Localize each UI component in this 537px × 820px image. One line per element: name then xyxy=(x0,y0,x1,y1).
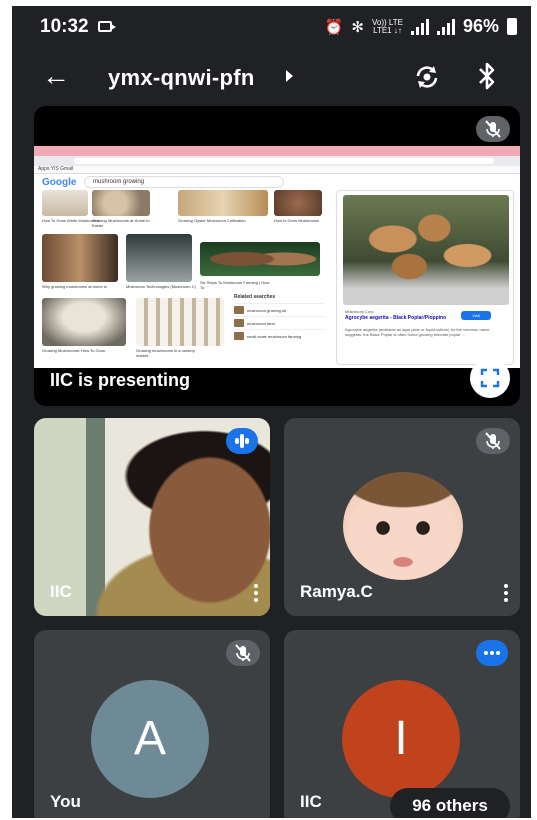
presenting-label: IIC is presenting xyxy=(50,370,191,390)
result-thumbnail xyxy=(42,298,126,346)
participant-tile[interactable]: A You xyxy=(34,630,270,818)
mic-off-icon xyxy=(476,428,510,454)
participant-name: Ramya.C xyxy=(300,582,373,601)
browser-address-bar xyxy=(34,156,520,166)
thumbnail-caption: Growing mushrooms in a nursery market xyxy=(136,348,195,358)
avatar: A xyxy=(91,680,209,798)
avatar xyxy=(343,472,463,580)
participant-name: IIC xyxy=(50,582,72,601)
back-arrow-icon[interactable]: ← xyxy=(42,62,70,90)
google-search-box: mushroom growing xyxy=(84,176,284,188)
result-thumbnail xyxy=(178,190,268,216)
signal-icon xyxy=(410,18,429,35)
thumbnail-caption: Six Steps To Mushroom Farming | How To xyxy=(200,280,270,290)
preview-image xyxy=(343,195,509,305)
result-thumbnail xyxy=(42,190,88,216)
mic-off-icon xyxy=(226,640,260,666)
participant-name: You xyxy=(50,792,81,811)
result-thumbnail xyxy=(126,234,192,282)
thumbnail-caption: Growing Mushrooms at Home to Easier xyxy=(92,218,150,228)
screen-record-icon xyxy=(98,21,116,32)
participant-name: IIC xyxy=(300,792,322,811)
meet-app: 10:32 ⏰ ✻ Vo)) LTE LTE1 ↓↑ 96% ← ymx-qnw… xyxy=(12,6,531,818)
mic-off-icon xyxy=(476,116,510,142)
more-vert-icon[interactable] xyxy=(504,584,508,604)
fullscreen-icon[interactable] xyxy=(470,358,510,398)
result-thumbnail xyxy=(136,298,224,346)
battery-percent: 96% xyxy=(462,16,499,36)
clock: 10:32 xyxy=(40,16,89,37)
thumbnail-caption: Why growing mushrooms at home is xyxy=(42,284,107,289)
signal-icon-2 xyxy=(436,18,455,35)
dropdown-caret-icon[interactable] xyxy=(286,70,293,82)
avatar: I xyxy=(342,680,460,798)
thumbnail-caption: How to Grow Mushrooms xyxy=(274,218,320,223)
participant-tile[interactable]: Ramya.C xyxy=(284,418,520,616)
participant-tile[interactable]: IIC xyxy=(34,418,270,616)
status-bar: 10:32 ⏰ ✻ Vo)) LTE LTE1 ↓↑ 96% xyxy=(12,6,531,52)
speaking-indicator-icon xyxy=(226,428,258,454)
thumbnail-caption: Mushroom Technologies (Mushroom C) xyxy=(126,284,196,289)
alarm-icon: ⏰ xyxy=(324,18,344,36)
result-thumbnail xyxy=(42,234,118,282)
related-item: small scale mushroom farming xyxy=(234,329,324,342)
google-logo: Google xyxy=(42,177,77,188)
speaking-indicator-icon xyxy=(476,640,508,666)
result-thumbnail xyxy=(92,190,150,216)
switch-camera-icon[interactable] xyxy=(412,62,442,92)
bluetooth-icon[interactable] xyxy=(474,60,500,92)
more-vert-icon[interactable] xyxy=(254,584,258,604)
thumbnail-caption: Growing Oyster Mushroom Cultivation xyxy=(178,218,246,223)
related-item: mushroom growing kit xyxy=(234,303,324,316)
meeting-code[interactable]: ymx-qnwi-pfn xyxy=(108,65,255,91)
bluetooth-status-icon: ✻ xyxy=(351,18,364,36)
meeting-top-bar: ← ymx-qnwi-pfn xyxy=(12,56,531,102)
browser-tabs xyxy=(34,146,520,156)
battery-icon xyxy=(507,18,517,35)
result-thumbnail xyxy=(274,190,322,216)
others-count-button[interactable]: 96 others xyxy=(390,788,510,818)
related-item: mushroom farm xyxy=(234,316,324,329)
thumbnail-caption: Growing Mushrooms: How To Grow xyxy=(42,348,106,353)
presentation-tile[interactable]: Apps YIS Gmail Google mushroom growing H… xyxy=(34,106,520,406)
network-type: Vo)) LTE LTE1 ↓↑ xyxy=(371,17,403,35)
shared-screen: Apps YIS Gmail Google mushroom growing H… xyxy=(34,146,520,368)
image-preview-panel: Mushroom Corp Agrocybe aegerita - Black … xyxy=(336,190,514,365)
browser-bookmarks: Apps YIS Gmail xyxy=(34,166,520,174)
result-thumbnail xyxy=(200,242,320,276)
related-searches: Related searches mushroom growing kit mu… xyxy=(234,294,324,364)
